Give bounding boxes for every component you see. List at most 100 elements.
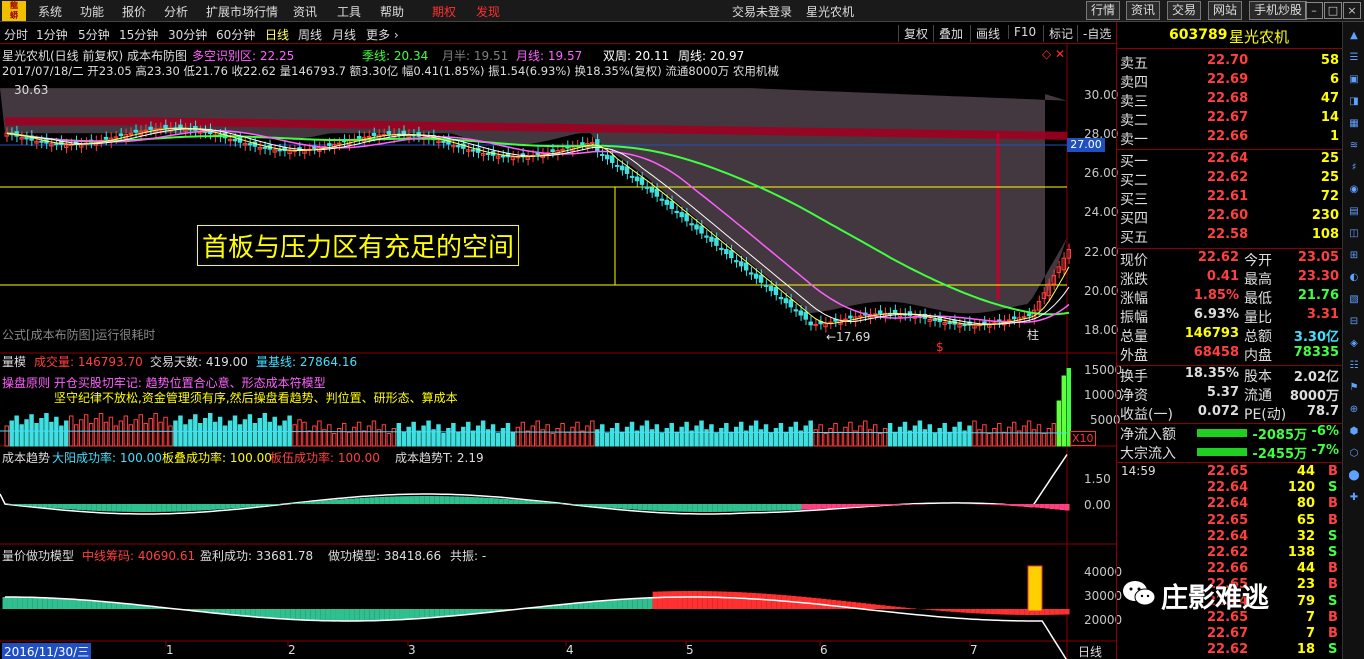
period-30min[interactable]: 30分钟 <box>168 26 207 43</box>
side-tool-icon[interactable]: ⊕ <box>1346 402 1362 418</box>
candle-body <box>689 223 694 226</box>
candle-body <box>858 315 863 318</box>
bottom-period-label[interactable]: 日线 <box>1078 643 1102 659</box>
kline-chart-canvas[interactable] <box>0 44 1116 659</box>
menu-discover[interactable]: 发现 <box>476 3 500 20</box>
volume-bar <box>356 421 362 447</box>
side-tool-icon[interactable]: ◫ <box>1346 226 1362 242</box>
side-tool-icon[interactable]: ⊟ <box>1346 314 1362 330</box>
tick-time: 14:59 <box>1121 464 1156 478</box>
tick-price: 22.65 <box>1207 512 1249 528</box>
mark-button[interactable]: 标记 <box>1043 25 1073 42</box>
period-1min[interactable]: 1分钟 <box>36 26 68 43</box>
side-tool-icon[interactable]: ▧ <box>1346 292 1362 308</box>
menu-quote[interactable]: 报价 <box>122 3 146 20</box>
period-more[interactable]: 更多 › <box>366 26 399 43</box>
period-daily[interactable]: 日线 <box>265 26 289 43</box>
quote-button[interactable]: 行情 <box>1086 1 1121 20</box>
minimize-icon[interactable]: – <box>1305 2 1323 19</box>
price-tick: 18.00 <box>1084 323 1119 337</box>
tick-volume: 7 <box>1305 626 1315 641</box>
stat-value: 0.072 <box>1197 404 1239 419</box>
menu-system[interactable]: 系统 <box>38 3 62 20</box>
volume-bar <box>322 429 327 447</box>
period-monthly[interactable]: 月线 <box>332 26 356 43</box>
menu-analysis[interactable]: 分析 <box>164 3 188 20</box>
side-tool-icon[interactable]: ⊞ <box>1346 248 1362 264</box>
period-5min[interactable]: 5分钟 <box>78 26 110 43</box>
ask-label: 卖二 <box>1120 113 1148 129</box>
kline-chart-area[interactable]: 星光农机(日线 前复权) 成本布防图 多空识别区: 22.25 季线: 20.34… <box>0 44 1122 659</box>
overlay-button[interactable]: 叠加 <box>933 25 963 42</box>
side-tool-icon[interactable]: ⬤ <box>1346 468 1362 484</box>
tick-list[interactable]: 14:59 22.65 44 B 22.64 120 S 22.64 80 B 22.65 65 B 22… <box>1117 464 1343 659</box>
menu-extended-market[interactable]: 扩展市场行情 <box>206 3 278 20</box>
mobile-trade-button[interactable]: 手机炒股 <box>1249 1 1308 20</box>
side-tool-icon[interactable]: ✚ <box>1346 490 1362 506</box>
volume-bar <box>39 418 44 447</box>
period-weekly[interactable]: 周线 <box>298 26 322 43</box>
side-tool-icon[interactable]: ◨ <box>1346 94 1362 110</box>
tick-volume: 138 <box>1287 545 1315 560</box>
trend-tick: 1.50 <box>1084 472 1111 486</box>
side-tool-icon[interactable]: ⬡ <box>1346 446 1362 462</box>
menu-news[interactable]: 资讯 <box>293 3 317 20</box>
chart-settings-icon[interactable]: ◇ ✕ <box>1042 47 1065 61</box>
stock-code: 603789 <box>1169 27 1228 43</box>
side-tool-icon[interactable]: ◈ <box>1346 336 1362 352</box>
side-tool-icon[interactable]: ▲ <box>1346 28 1362 44</box>
ask-price[interactable]: 22.68 <box>1207 91 1248 106</box>
menu-help[interactable]: 帮助 <box>380 3 404 20</box>
news-button[interactable]: 资讯 <box>1126 1 1161 20</box>
bid-price[interactable]: 22.58 <box>1207 227 1248 242</box>
adjust-button[interactable]: 复权 <box>898 25 928 42</box>
menu-tools[interactable]: 工具 <box>337 3 361 20</box>
side-tool-icon[interactable]: ▤ <box>1346 204 1362 220</box>
side-tool-icon[interactable]: ▦ <box>1346 116 1362 132</box>
ask-label: 卖一 <box>1120 132 1148 148</box>
volume-bar <box>823 433 828 447</box>
volume-bar <box>604 433 610 447</box>
trade-button[interactable]: 交易 <box>1167 1 1202 20</box>
stat-label: 外盘 <box>1120 348 1148 364</box>
side-tool-icon[interactable]: ☷ <box>1346 358 1362 374</box>
side-tool-icon[interactable]: ◐ <box>1346 270 1362 286</box>
close-icon[interactable]: × <box>1343 2 1361 19</box>
volume-bar <box>312 425 317 447</box>
side-tool-icon[interactable]: ▣ <box>1346 72 1362 88</box>
ask-price[interactable]: 22.69 <box>1207 72 1248 87</box>
f10-button[interactable]: F10 <box>1008 25 1036 39</box>
side-tool-icon[interactable]: ☰ <box>1346 50 1362 66</box>
period-15min[interactable]: 15分钟 <box>119 26 158 43</box>
bid-price[interactable]: 22.64 <box>1207 151 1248 166</box>
price-tick: 20.00 <box>1084 284 1119 298</box>
chart-title: 星光农机(日线 前复权) 成本布防图 <box>2 49 187 63</box>
bid-price[interactable]: 22.60 <box>1207 208 1248 223</box>
ask-price[interactable]: 22.66 <box>1207 129 1248 144</box>
volume-bar <box>337 428 342 447</box>
candle-body <box>143 129 148 132</box>
side-tool-icon[interactable]: ♯ <box>1346 160 1362 176</box>
side-tool-icon[interactable]: ◉ <box>1346 182 1362 198</box>
ask-price[interactable]: 22.67 <box>1207 110 1248 125</box>
stat-row: 总量 146793 总额 3.30亿 <box>1117 326 1343 345</box>
tick-direction: B <box>1328 626 1338 641</box>
volume-bar <box>858 425 863 447</box>
website-button[interactable]: 网站 <box>1208 1 1243 20</box>
volume-bar <box>783 431 789 447</box>
volume-bar <box>416 430 421 447</box>
menu-options[interactable]: 期权 <box>432 3 456 20</box>
maximize-icon[interactable]: □ <box>1324 2 1342 19</box>
ask-price[interactable]: 22.70 <box>1207 53 1248 68</box>
tick-direction: B <box>1328 464 1338 479</box>
period-intraday[interactable]: 分时 <box>4 26 28 43</box>
draw-line-button[interactable]: 画线 <box>970 25 1000 42</box>
bid-price[interactable]: 22.62 <box>1207 170 1248 185</box>
watchlist-button[interactable]: -自选 <box>1077 25 1111 42</box>
menu-function[interactable]: 功能 <box>80 3 104 20</box>
period-60min[interactable]: 60分钟 <box>216 26 255 43</box>
bid-price[interactable]: 22.61 <box>1207 189 1248 204</box>
side-tool-icon[interactable]: ⬢ <box>1346 424 1362 440</box>
side-tool-icon[interactable]: ≋ <box>1346 138 1362 154</box>
side-tool-icon[interactable]: ⚑ <box>1346 380 1362 396</box>
